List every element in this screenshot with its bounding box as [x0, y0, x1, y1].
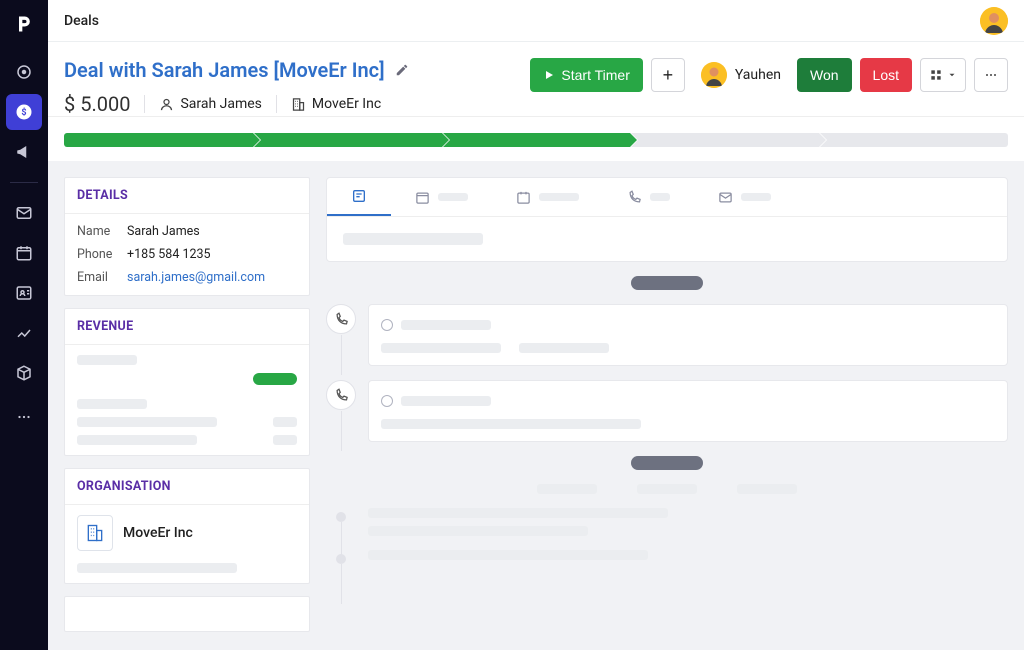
calendar-icon: [415, 190, 430, 205]
detail-phone: +185 584 1235: [127, 247, 211, 262]
note-icon: [351, 188, 367, 204]
timeline-section-label: [631, 276, 703, 290]
edit-title-icon[interactable]: [395, 63, 409, 77]
details-card: DETAILS NameSarah James Phone+185 584 12…: [64, 177, 310, 296]
won-button[interactable]: Won: [797, 58, 852, 92]
organisation-link[interactable]: MoveEr Inc: [77, 515, 297, 551]
nav-insights[interactable]: [6, 315, 42, 351]
nav-campaigns[interactable]: [6, 134, 42, 170]
call-icon: [326, 304, 356, 334]
tab-email[interactable]: [694, 178, 795, 216]
detail-name: Sarah James: [127, 224, 200, 239]
person-icon: [159, 97, 174, 112]
timeline-event: [326, 550, 1008, 564]
play-icon: [543, 69, 555, 81]
deal-header: Deal with Sarah James [MoveEr Inc] $ 5.0…: [48, 42, 1024, 117]
deal-title[interactable]: Deal with Sarah James [MoveEr Inc]: [64, 58, 385, 82]
start-timer-button[interactable]: Start Timer: [530, 58, 642, 92]
status-ring-icon[interactable]: [381, 395, 393, 407]
mail-icon: [718, 190, 733, 205]
tab-note[interactable]: [327, 178, 391, 216]
pipeline-stages: [48, 117, 1024, 161]
nav-more[interactable]: [6, 399, 42, 435]
call-icon: [326, 380, 356, 410]
timeline-activity: [326, 380, 1008, 442]
caret-down-icon: [947, 70, 957, 80]
timeline-event: [326, 508, 1008, 536]
deal-owner[interactable]: Yauhen: [693, 62, 789, 88]
tab-schedule[interactable]: [492, 178, 603, 216]
pipeline-stage[interactable]: [253, 133, 442, 147]
ellipsis-icon: [983, 67, 999, 83]
logo[interactable]: [8, 8, 40, 40]
phone-icon: [627, 190, 642, 205]
more-actions-button[interactable]: [974, 58, 1008, 92]
view-switch[interactable]: [920, 58, 966, 92]
nav-focus[interactable]: [6, 54, 42, 90]
extra-card: [64, 596, 310, 632]
svg-text:$: $: [21, 107, 26, 118]
revenue-card: REVENUE: [64, 308, 310, 456]
nav-products[interactable]: [6, 355, 42, 391]
timeline-activity: [326, 304, 1008, 366]
grid-icon: [929, 68, 943, 82]
activity-composer: [326, 177, 1008, 262]
nav-deals[interactable]: $: [6, 94, 42, 130]
sidebar-nav: $: [0, 0, 48, 650]
nav-contacts[interactable]: [6, 275, 42, 311]
schedule-icon: [516, 190, 531, 205]
lost-button[interactable]: Lost: [860, 58, 912, 92]
tab-activity[interactable]: [391, 178, 492, 216]
pipeline-stage[interactable]: [630, 133, 819, 147]
pipeline-stage[interactable]: [819, 133, 1008, 147]
add-button[interactable]: +: [651, 58, 685, 92]
owner-avatar: [701, 62, 727, 88]
organisation-card: ORGANISATION MoveEr Inc: [64, 468, 310, 584]
building-icon: [77, 515, 113, 551]
revenue-heading: REVENUE: [65, 309, 309, 345]
nav-mail[interactable]: [6, 195, 42, 231]
pipeline-stage[interactable]: [442, 133, 631, 147]
organisation-heading: ORGANISATION: [65, 469, 309, 505]
deal-person[interactable]: Sarah James: [159, 96, 261, 112]
deal-amount: $ 5.000: [64, 92, 130, 116]
revenue-badge: [253, 373, 297, 385]
status-ring-icon[interactable]: [381, 319, 393, 331]
timeline-section-label: [631, 456, 703, 470]
tab-call[interactable]: [603, 178, 694, 216]
deal-org[interactable]: MoveEr Inc: [291, 96, 381, 112]
page-title: Deals: [64, 13, 99, 29]
details-heading: DETAILS: [65, 178, 309, 214]
detail-email[interactable]: sarah.james@gmail.com: [127, 270, 265, 285]
pipeline-stage[interactable]: [64, 133, 253, 147]
topbar: Deals: [48, 0, 1024, 42]
user-avatar[interactable]: [980, 7, 1008, 35]
building-icon: [291, 97, 306, 112]
nav-calendar[interactable]: [6, 235, 42, 271]
